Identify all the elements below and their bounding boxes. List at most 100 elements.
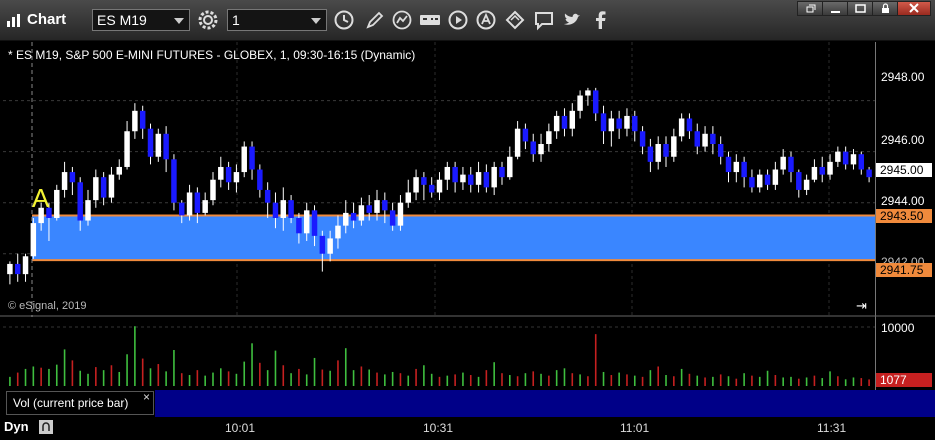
interval-value[interactable]: 1 bbox=[232, 12, 240, 28]
candle-body bbox=[452, 166, 458, 183]
zone-bottom-price-tag[interactable]: 2941.75 bbox=[876, 263, 932, 277]
candle-body bbox=[22, 256, 29, 275]
copyright-text: © eSignal, 2019 bbox=[8, 300, 87, 312]
candle-body bbox=[366, 205, 372, 213]
candle-body bbox=[842, 151, 849, 165]
volume-axis-label: 10000 bbox=[881, 321, 915, 335]
restore-down-button[interactable] bbox=[797, 1, 823, 16]
candle-body bbox=[772, 169, 779, 185]
candle-body bbox=[764, 174, 771, 185]
candle-body bbox=[147, 128, 154, 157]
candle-body bbox=[577, 95, 583, 111]
candle-body bbox=[741, 161, 747, 178]
maximize-button[interactable] bbox=[847, 1, 873, 16]
candle-body bbox=[757, 174, 763, 188]
candle-body bbox=[444, 166, 451, 180]
candle-body bbox=[100, 177, 107, 198]
minimize-button[interactable] bbox=[822, 1, 848, 16]
candle-body bbox=[749, 177, 755, 188]
volume-last-tag: 1077 bbox=[876, 373, 932, 387]
play-icon[interactable] bbox=[447, 9, 469, 31]
candle-body bbox=[850, 154, 857, 165]
zone-top-price-tag[interactable]: 2943.50 bbox=[876, 209, 932, 223]
close-icon bbox=[909, 3, 919, 13]
candle-body bbox=[7, 263, 13, 275]
candle-body bbox=[280, 200, 287, 218]
candle-body bbox=[257, 169, 263, 190]
volume-legend[interactable]: Vol (current price bar) bbox=[6, 391, 154, 415]
link-icon[interactable] bbox=[504, 9, 526, 31]
chart-app-icon bbox=[7, 14, 20, 27]
twitter-icon[interactable] bbox=[561, 9, 583, 31]
candle-body bbox=[272, 202, 279, 218]
candle-body bbox=[241, 146, 247, 173]
time-axis-label: 11:31 bbox=[817, 421, 847, 435]
candle-body bbox=[491, 166, 497, 188]
support-zone bbox=[32, 215, 875, 261]
candle-body bbox=[319, 235, 326, 254]
price-chart[interactable] bbox=[0, 42, 935, 317]
candle-body bbox=[343, 212, 349, 226]
candle-body bbox=[54, 189, 60, 218]
candle-body bbox=[69, 172, 76, 183]
symbol-value[interactable]: ES M19 bbox=[97, 12, 147, 28]
candle-body bbox=[327, 238, 333, 254]
candle-body bbox=[475, 172, 482, 185]
candle-body bbox=[405, 192, 411, 203]
candle-body bbox=[796, 172, 802, 190]
candle-body bbox=[514, 128, 521, 157]
candle-body bbox=[678, 118, 685, 137]
pencil-icon[interactable] bbox=[364, 9, 386, 31]
candle-body bbox=[30, 223, 37, 257]
volume-chart[interactable] bbox=[0, 317, 935, 390]
candle-body bbox=[460, 174, 466, 183]
close-button[interactable] bbox=[897, 1, 931, 16]
volume-study-footer bbox=[155, 390, 875, 417]
time-axis-label: 10:31 bbox=[423, 421, 454, 435]
candle-body bbox=[93, 177, 99, 201]
candle-body bbox=[819, 166, 825, 175]
candle-body bbox=[124, 131, 130, 167]
candle-body bbox=[694, 131, 700, 147]
candle-body bbox=[218, 166, 224, 180]
candle-body bbox=[108, 174, 115, 198]
lock-button[interactable] bbox=[872, 1, 898, 16]
time-axis-bar bbox=[0, 417, 935, 440]
lock-scroll-icon[interactable] bbox=[38, 419, 54, 435]
chevron-down-icon[interactable] bbox=[174, 18, 184, 24]
candle-body bbox=[811, 166, 818, 180]
candle-body bbox=[186, 192, 193, 216]
candle-body bbox=[77, 182, 83, 221]
scroll-to-end-icon[interactable]: ⇥ bbox=[856, 298, 867, 314]
candle-body bbox=[546, 131, 552, 144]
candle-body bbox=[647, 146, 654, 162]
candle-body bbox=[116, 166, 122, 175]
candle-body bbox=[413, 177, 419, 193]
candle-body bbox=[608, 118, 615, 132]
symbol-combobox[interactable]: ES M19 bbox=[92, 9, 190, 31]
interval-combobox[interactable]: 1 bbox=[227, 9, 327, 31]
candle-body bbox=[733, 161, 740, 173]
marker-label[interactable]: A bbox=[32, 183, 49, 214]
studies-icon[interactable] bbox=[391, 9, 413, 31]
dynamic-mode-label[interactable]: Dyn bbox=[4, 419, 29, 434]
get-icon[interactable] bbox=[419, 9, 441, 31]
candle-body bbox=[14, 263, 21, 275]
alert-icon[interactable] bbox=[475, 9, 497, 31]
facebook-icon[interactable] bbox=[590, 9, 612, 31]
candle-body bbox=[264, 189, 271, 203]
candle-body bbox=[561, 115, 568, 129]
candle-body bbox=[374, 200, 380, 213]
candle-body bbox=[585, 90, 591, 96]
candle-body bbox=[858, 154, 865, 170]
legend-close-button[interactable]: × bbox=[143, 390, 150, 404]
price-axis-label: 2948.00 bbox=[881, 70, 925, 84]
chat-icon[interactable] bbox=[533, 9, 555, 31]
clock-icon[interactable] bbox=[333, 9, 355, 31]
price-axis-label: 2944.00 bbox=[881, 194, 925, 208]
gear-icon[interactable] bbox=[197, 9, 219, 31]
candle-body bbox=[639, 131, 646, 147]
candle-body bbox=[827, 161, 833, 175]
chevron-down-icon[interactable] bbox=[311, 18, 321, 24]
title-bar: Chart ES M19 1 bbox=[0, 0, 935, 41]
